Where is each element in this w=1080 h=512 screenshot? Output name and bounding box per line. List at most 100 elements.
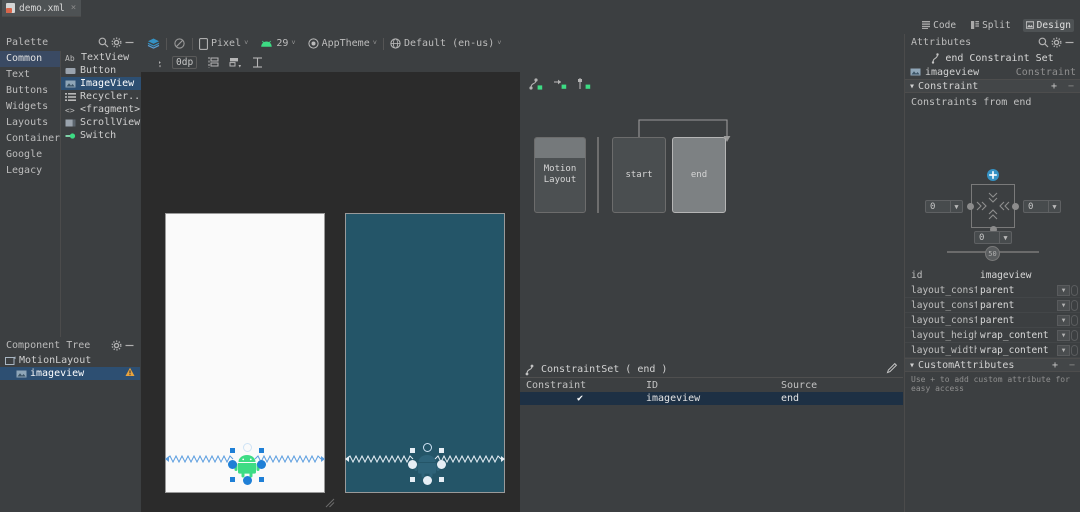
chevron-down-icon[interactable]: ▼ <box>999 232 1011 243</box>
constraint-widget[interactable]: 0 ▼ 0 ▼ 0 ▼ 50 <box>905 162 1080 266</box>
minimize-icon[interactable] <box>123 339 136 352</box>
create-constraintset-icon[interactable] <box>552 76 568 90</box>
chevron-down-icon[interactable]: ▼ <box>1057 330 1070 341</box>
column-header-source[interactable]: Source <box>775 380 903 391</box>
attribute-value[interactable]: parent <box>977 285 1057 296</box>
palette-category-text[interactable]: Text <box>0 67 60 83</box>
constraint-section-header[interactable]: ▾ Constraint + − <box>905 79 1080 93</box>
constraint-anchor-right[interactable] <box>1012 203 1019 210</box>
attribute-value[interactable]: parent <box>977 315 1057 326</box>
resize-handle-bl[interactable] <box>410 477 415 482</box>
guideline-button[interactable] <box>203 55 223 71</box>
theme-selector[interactable]: AppTheme ˅ <box>302 34 383 53</box>
bias-slider-knob[interactable]: 50 <box>985 246 1000 261</box>
constraint-anchor-top[interactable] <box>423 443 432 452</box>
resize-handle-tl[interactable] <box>230 448 235 453</box>
start-preview-device[interactable] <box>165 213 325 493</box>
create-transition-icon[interactable] <box>528 76 544 90</box>
remove-custom-attribute-button[interactable]: − <box>1069 360 1075 371</box>
chevron-down-icon[interactable]: ▼ <box>1057 345 1070 356</box>
link-attribute-icon[interactable] <box>1071 315 1078 326</box>
add-custom-attribute-button[interactable]: + <box>1052 360 1058 371</box>
chevron-down-icon[interactable]: ▼ <box>1057 300 1070 311</box>
resize-handle-tr[interactable] <box>439 448 444 453</box>
palette-item-textview[interactable]: Ab TextView <box>61 51 159 64</box>
attribute-row-layout-constraint-3[interactable]: layout_const... parent ▼ <box>905 313 1080 328</box>
search-icon[interactable] <box>1037 36 1050 49</box>
constraint-anchor-bottom[interactable] <box>243 476 252 485</box>
baseline-button[interactable] <box>247 55 267 71</box>
minimize-icon[interactable] <box>123 36 136 49</box>
resize-handle-br[interactable] <box>439 477 444 482</box>
chevron-down-icon[interactable]: ▼ <box>1048 201 1060 212</box>
imageview-widget[interactable] <box>234 452 260 478</box>
start-constraintset-node[interactable]: start <box>612 137 666 213</box>
locale-selector[interactable]: Default (en-us) ˅ <box>384 34 508 53</box>
constraint-anchor-left[interactable] <box>408 460 417 469</box>
attribute-row-layout-constraint-1[interactable]: layout_const... parent ▼ <box>905 283 1080 298</box>
add-constraint-icon[interactable] <box>986 168 1000 182</box>
palette-category-buttons[interactable]: Buttons <box>0 83 60 99</box>
customattributes-section-header[interactable]: ▾ CustomAttributes + − <box>905 358 1080 372</box>
remove-constraint-button[interactable]: − <box>1068 81 1074 92</box>
horizontal-bias-slider[interactable]: 50 <box>947 246 1039 258</box>
device-selector[interactable]: Pixel ˅ <box>193 34 254 53</box>
tree-node-motionlayout[interactable]: MotionLayout <box>0 354 140 367</box>
constraint-anchor-left[interactable] <box>967 203 974 210</box>
gear-icon[interactable] <box>1050 36 1063 49</box>
link-attribute-icon[interactable] <box>1071 300 1078 311</box>
tab-split[interactable]: Split <box>968 19 1014 32</box>
default-margin-value[interactable]: 0dp <box>172 56 197 69</box>
attribute-value[interactable]: parent <box>977 300 1057 311</box>
chevron-down-icon[interactable]: ▼ <box>950 201 962 212</box>
resize-handle-br[interactable] <box>259 477 264 482</box>
link-attribute-icon[interactable] <box>1071 285 1078 296</box>
bottom-margin-field[interactable]: 0 ▼ <box>974 231 1012 244</box>
chevron-down-icon[interactable]: ▼ <box>1057 285 1070 296</box>
imageview-widget[interactable] <box>414 452 440 478</box>
palette-category-common[interactable]: Common <box>0 51 60 67</box>
row-constraint-check[interactable]: ✔ <box>520 393 640 404</box>
resize-handle-bl[interactable] <box>230 477 235 482</box>
end-constraintset-node[interactable]: end <box>672 137 726 213</box>
attribute-row-layout-width[interactable]: layout_width wrap_content ▼ <box>905 343 1080 358</box>
palette-category-containers[interactable]: Containers <box>0 131 60 147</box>
link-attribute-icon[interactable] <box>1071 330 1078 341</box>
constraint-anchor-bottom[interactable] <box>423 476 432 485</box>
close-icon[interactable]: × <box>71 3 76 13</box>
gear-icon[interactable] <box>110 36 123 49</box>
tab-design[interactable]: Design <box>1023 19 1074 32</box>
end-preview-device[interactable] <box>345 213 505 493</box>
palette-category-widgets[interactable]: Widgets <box>0 99 60 115</box>
api-selector[interactable]: 29 ˅ <box>254 34 301 53</box>
motion-layout-node[interactable]: MotionLayout <box>534 137 586 213</box>
column-header-id[interactable]: ID <box>640 380 775 391</box>
warning-icon[interactable] <box>125 367 135 380</box>
resize-handle-tr[interactable] <box>259 448 264 453</box>
table-row[interactable]: ✔ imageview end <box>520 392 903 405</box>
palette-category-legacy[interactable]: Legacy <box>0 163 60 179</box>
resize-handle-tl[interactable] <box>410 448 415 453</box>
add-constraint-button[interactable]: + <box>1051 81 1057 92</box>
pencil-icon[interactable] <box>886 362 898 377</box>
align-button[interactable] <box>225 55 245 71</box>
attribute-value[interactable]: imageview <box>977 270 1080 281</box>
create-keyframe-icon[interactable] <box>576 76 592 90</box>
attribute-row-id[interactable]: id imageview <box>905 268 1080 283</box>
chevron-down-icon[interactable]: ▼ <box>1057 315 1070 326</box>
attribute-value[interactable]: wrap_content <box>977 330 1057 341</box>
attribute-row-layout-constraint-2[interactable]: layout_const... parent ▼ <box>905 298 1080 313</box>
constraint-anchor-right[interactable] <box>257 460 266 469</box>
editor-tab-demo-xml[interactable]: demo.xml × <box>2 0 81 17</box>
attribute-value[interactable]: wrap_content <box>977 345 1057 356</box>
column-header-constraint[interactable]: Constraint <box>520 380 640 391</box>
search-icon[interactable] <box>97 36 110 49</box>
constraint-anchor-right[interactable] <box>437 460 446 469</box>
left-margin-field[interactable]: 0 ▼ <box>925 200 963 213</box>
attribute-row-layout-height[interactable]: layout_height wrap_content ▼ <box>905 328 1080 343</box>
constraint-anchor-top[interactable] <box>243 443 252 452</box>
link-attribute-icon[interactable] <box>1071 345 1078 356</box>
minimize-icon[interactable] <box>1063 36 1076 49</box>
right-margin-field[interactable]: 0 ▼ <box>1023 200 1061 213</box>
orientation-button[interactable] <box>167 34 192 53</box>
